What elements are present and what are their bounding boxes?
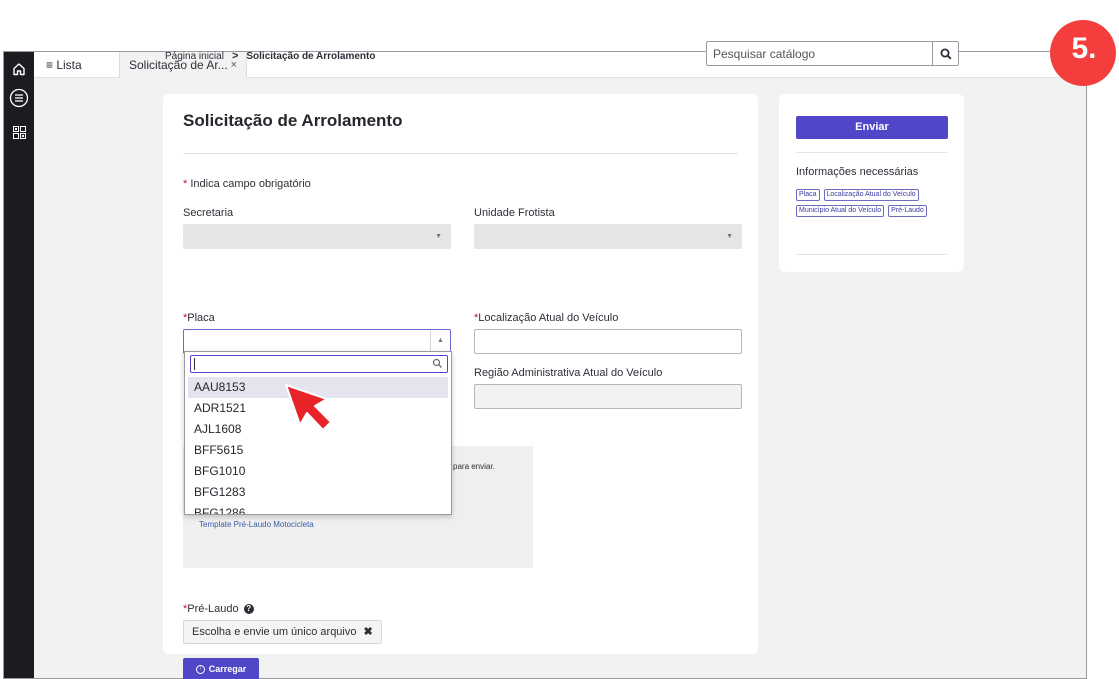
caret-up-icon[interactable]: ▲ [430, 330, 450, 353]
catalog-search [706, 41, 959, 66]
tag-prelaudo[interactable]: Pré-Laudo [888, 205, 927, 217]
tag-municipio[interactable]: Município Atual do Veículo [796, 205, 885, 217]
remove-file-icon[interactable]: ✖ [363, 626, 372, 638]
upload-button[interactable]: ↑ Carregar [183, 658, 259, 679]
home-icon[interactable] [9, 59, 29, 79]
regiao-input [474, 384, 742, 409]
dropdown-option[interactable]: BFG1283 [188, 482, 448, 503]
placa-dropdown: AAU8153 ADR1521 AJL1608 BFF5615 BFG1010 … [184, 351, 452, 515]
tag-localizacao[interactable]: Localização Atual do Veículo [823, 189, 919, 201]
pointer-arrow-icon [285, 384, 332, 431]
send-button[interactable]: Enviar [796, 116, 948, 139]
breadcrumb-home[interactable]: Página inicial [165, 51, 224, 62]
list-menu-button[interactable]: ≡ Lista [46, 52, 82, 78]
catalog-grid-icon[interactable] [9, 122, 29, 142]
prelaudo-label: *Pré-Laudo ? [183, 603, 254, 615]
required-info-tags: Placa Localização Atual do Veículo Munic… [796, 189, 948, 217]
localizacao-input[interactable] [474, 329, 742, 354]
secretaria-select: ▼ [183, 224, 451, 249]
breadcrumb-current: Solicitação de Arrolamento [246, 51, 376, 62]
required-info-title: Informações necessárias [796, 166, 919, 178]
file-chip: Escolha e envie um único arquivo ✖ [183, 620, 382, 644]
upload-icon: ↑ [195, 664, 205, 674]
submit-sidebar-card: Enviar Informações necessárias Placa Loc… [779, 94, 964, 272]
search-icon [432, 358, 442, 368]
left-rail [4, 52, 34, 678]
dropdown-search-input[interactable] [190, 355, 448, 373]
search-icon [940, 48, 952, 60]
help-icon[interactable]: ? [243, 604, 254, 614]
title-divider [183, 153, 738, 154]
localizacao-label: *Localização Atual do Veículo [474, 312, 619, 324]
page-title: Solicitação de Arrolamento [183, 111, 403, 130]
tag-placa[interactable]: Placa [796, 189, 820, 201]
catalog-search-input[interactable] [713, 45, 928, 62]
dropdown-option[interactable]: BFF5615 [188, 440, 448, 461]
caret-down-icon: ▼ [726, 233, 733, 240]
required-note: * Indica campo obrigatório [183, 178, 311, 190]
search-button[interactable] [932, 42, 958, 65]
secretaria-label: Secretaria [183, 207, 234, 219]
sidebar-divider [796, 152, 947, 153]
regiao-label: Região Administrativa Atual do Veículo [474, 367, 663, 379]
unidade-frotista-label: Unidade Frotista [474, 207, 555, 219]
dropdown-option[interactable]: BFG1286 [188, 503, 448, 514]
breadcrumb: Página inicial > Solicitação de Arrolament… [165, 50, 375, 62]
dropdown-option[interactable]: BFG1010 [188, 461, 448, 482]
caret-down-icon: ▼ [435, 233, 442, 240]
sidebar-divider [796, 254, 947, 255]
template-link[interactable]: Template Pré-Laudo Motocicleta [199, 520, 314, 529]
unidade-frotista-select: ▼ [474, 224, 742, 249]
chevron-right-icon: > [231, 50, 239, 62]
text-cursor [194, 358, 195, 370]
placa-label: *Placa [183, 312, 215, 324]
panel-instructions: para enviar. [453, 462, 495, 471]
list-circle-icon[interactable] [9, 88, 29, 108]
step-number: 5. [1071, 32, 1097, 65]
